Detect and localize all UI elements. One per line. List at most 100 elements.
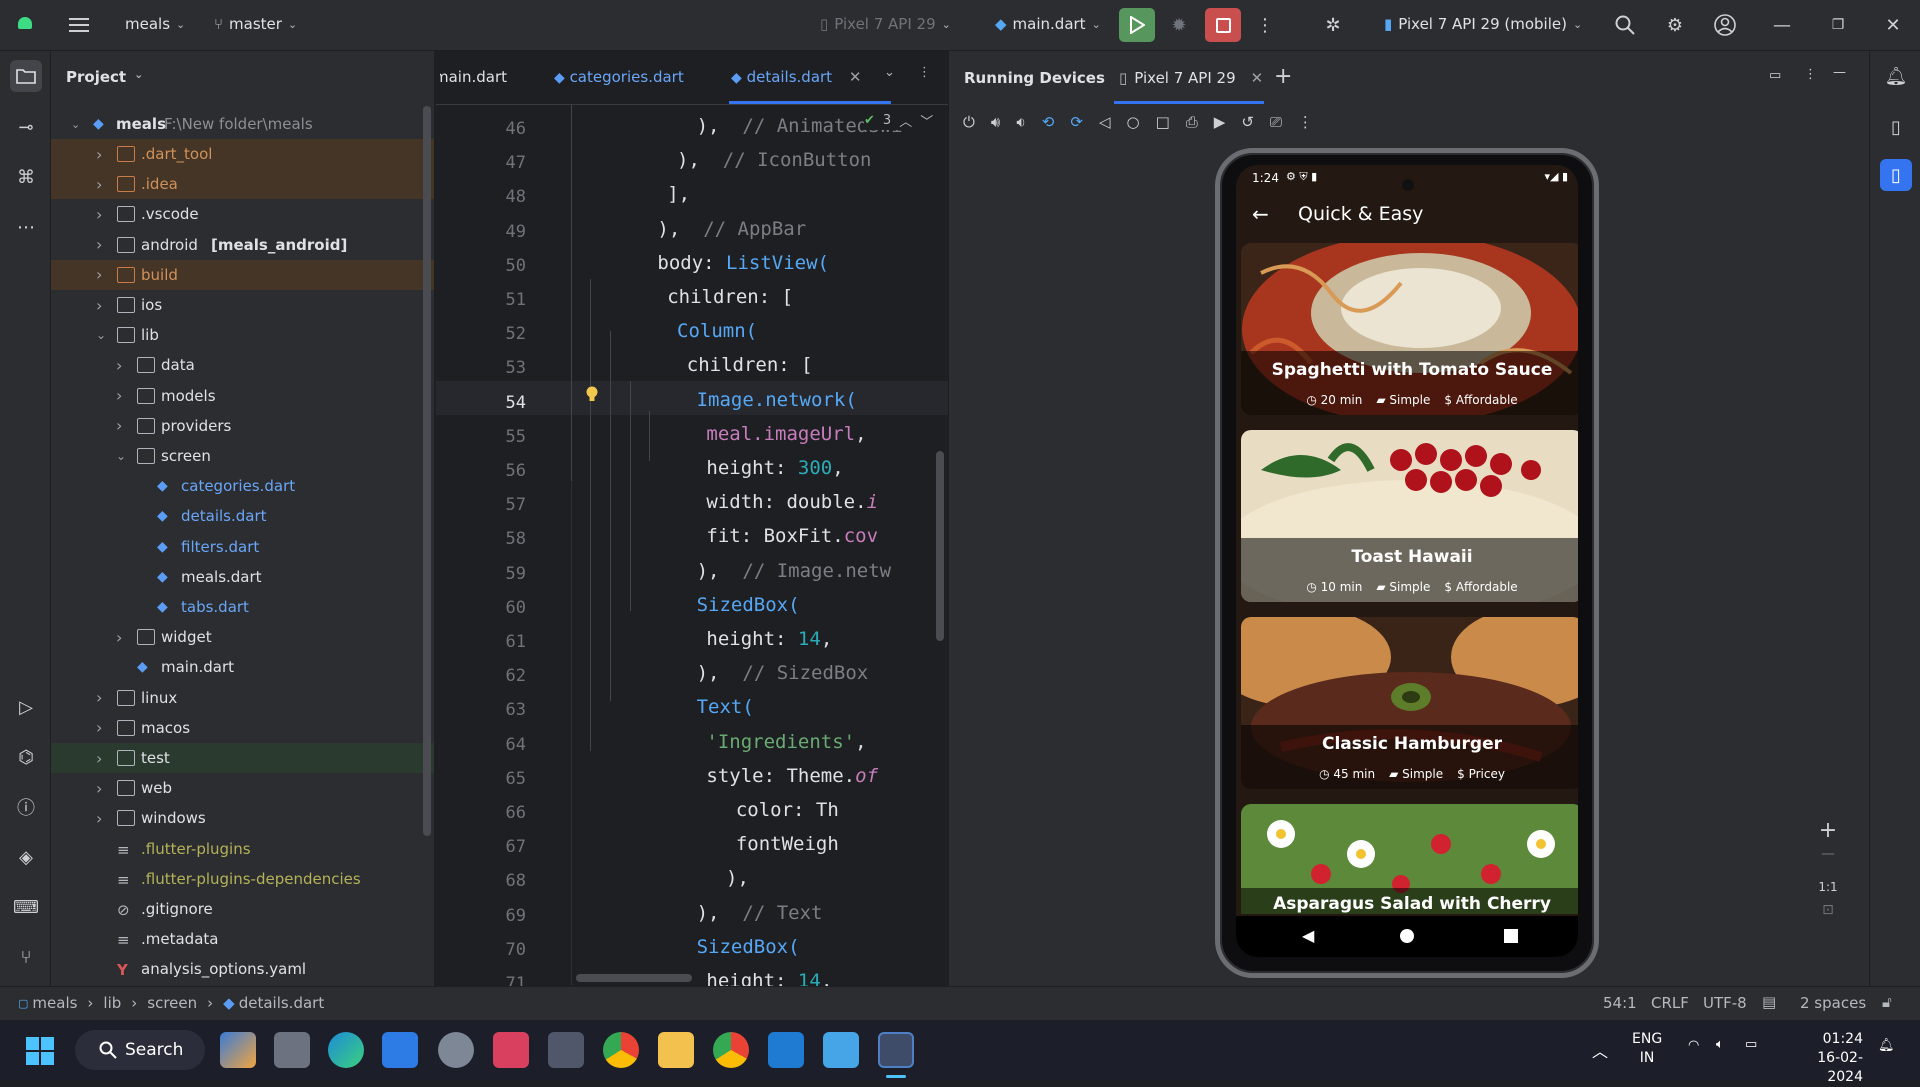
add-device-tab-icon[interactable]: + [1274,64,1292,89]
overview-icon[interactable]: □ [1156,113,1170,131]
readonly-toggle-icon[interactable]: ▤ [1762,993,1776,1011]
file-encoding[interactable]: UTF-8 [1703,994,1747,1012]
zoom-in-icon[interactable]: + [1813,818,1843,846]
chevron-right-icon[interactable]: › [96,779,102,798]
tree-folder[interactable]: › windows [51,803,434,833]
task-view-icon[interactable] [274,1032,310,1068]
lock-icon[interactable]: 🔓︎ [1882,993,1892,1011]
problems-tool-icon[interactable]: ⓘ [10,791,42,823]
chevron-up-icon[interactable]: ︿ [899,111,912,130]
snipping-tool-icon[interactable] [493,1032,529,1068]
more-actions-icon[interactable]: ⋮ [1250,10,1280,40]
tree-file[interactable]: ◆ main.dart [51,652,434,682]
run-config-selector[interactable]: ◆ main.dart ⌄ [995,15,1101,33]
breadcrumb-item[interactable]: details.dart [239,994,325,1012]
git-tool-icon[interactable]: ⑂ [10,941,42,973]
minimize-window-icon[interactable]: — [1767,10,1797,40]
device-manager-icon[interactable]: ✲ [1318,10,1348,40]
tree-folder[interactable]: › models [51,381,434,411]
tree-folder[interactable]: › .vscode [51,199,434,229]
notepad-icon[interactable] [823,1032,859,1068]
clock[interactable]: 01:24 16-02-2024 [1785,1030,1863,1087]
chevron-right-icon[interactable]: › [96,749,102,768]
editor-horizontal-scrollbar[interactable] [576,974,692,982]
tree-folder[interactable]: ⌄ lib [51,320,434,350]
vcs-branch-selector[interactable]: ⑂ master ⌄ [214,15,297,33]
chevron-right-icon[interactable]: › [96,718,102,737]
hide-panel-icon[interactable]: — [1833,65,1846,80]
widgets-icon[interactable] [220,1032,256,1068]
tree-root[interactable]: ⌄ ◆ meals F:\New folder\meals [51,109,434,139]
more-device-actions-icon[interactable]: ⋮ [1298,113,1313,131]
tree-folder[interactable]: › android [meals_android] [51,230,434,260]
chevron-right-icon[interactable]: › [96,235,102,254]
device-tab[interactable]: ▯ Pixel 7 API 29 ✕ [1119,69,1263,87]
zoom-actual-size[interactable]: 1:1 [1813,874,1843,902]
zoom-out-icon[interactable]: — [1813,846,1843,874]
terminal-tool-icon[interactable]: ⌨ [10,891,42,923]
chrome-icon[interactable] [603,1032,639,1068]
debug-icon[interactable]: ✹ [1164,10,1194,40]
mirror-icon[interactable]: ⎚ [1270,113,1282,131]
tree-folder[interactable]: › macos [51,713,434,743]
volume-up-icon[interactable]: 🔊︎ [991,113,1000,131]
close-window-icon[interactable]: ✕ [1878,10,1908,40]
volume-down-icon[interactable]: 🔉︎ [1016,113,1025,131]
tree-file[interactable]: ≡ .metadata [51,924,434,954]
stop-button[interactable] [1205,8,1241,42]
project-selector[interactable]: meals ⌄ [125,15,185,33]
tree-file[interactable]: ◆ filters.dart [51,532,434,562]
project-view-selector[interactable]: Project ⌄ [66,68,143,86]
inspection-widget[interactable]: ✔ 3 ︿ ﹀ [864,111,934,130]
main-menu-icon[interactable] [64,10,94,40]
tree-file[interactable]: ◆ categories.dart [51,471,434,501]
panel-options-icon[interactable]: ⋮ [1804,67,1817,82]
edge-icon[interactable] [328,1032,364,1068]
restore-window-icon[interactable]: ❐ [1823,10,1853,40]
nav-home-icon[interactable] [1400,929,1414,943]
breadcrumb-item[interactable]: screen [147,994,197,1012]
tree-folder[interactable]: ⌄ screen [51,441,434,471]
chevron-right-icon[interactable]: › [96,296,102,315]
close-tab-icon[interactable]: ✕ [1251,69,1264,87]
tree-folder[interactable]: › linux [51,683,434,713]
run-tool-icon[interactable]: ▷ [10,691,42,723]
tree-folder[interactable]: › data [51,350,434,380]
wifi-icon[interactable]: ◠ [1688,1038,1699,1053]
device-selector[interactable]: ▯ Pixel 7 API 29 ⌄ [820,15,951,33]
intention-bulb-icon[interactable] [586,386,598,404]
tree-file[interactable]: ◆ tabs.dart [51,592,434,622]
account-icon[interactable] [1710,10,1740,40]
tree-folder[interactable]: › widget [51,622,434,652]
settings-app-icon[interactable] [438,1032,474,1068]
taskbar-search[interactable]: Search [75,1030,205,1070]
tree-folder[interactable]: › .dart_tool [51,139,434,169]
line-separator[interactable]: CRLF [1651,994,1689,1012]
chevron-right-icon[interactable]: › [96,688,102,707]
vscode-icon[interactable] [768,1032,804,1068]
home-icon[interactable]: ○ [1126,113,1139,131]
meal-card[interactable]: Toast Hawaii ◷ 10 min ▰ Simple $ Afforda… [1241,430,1578,602]
tree-folder[interactable]: › build [51,259,434,290]
nav-recents-icon[interactable] [1504,929,1518,943]
chevron-right-icon[interactable]: › [116,386,122,405]
rotate-right-icon[interactable]: ⟳ [1070,113,1083,131]
tree-folder[interactable]: › web [51,773,434,803]
reset-icon[interactable]: ↺ [1241,113,1254,131]
rotate-left-icon[interactable]: ⟲ [1042,113,1055,131]
screen-record-icon[interactable]: ▶ [1214,113,1226,131]
commit-tool-icon[interactable]: ⊸ [10,111,42,143]
meal-card[interactable]: Spaghetti with Tomato Sauce ◷ 20 min ▰ S… [1241,243,1578,415]
code-area[interactable]: ), // AnimatedSwi), // IconButton],), //… [436,51,936,986]
chevron-right-icon[interactable]: › [96,175,102,194]
tray-overflow-icon[interactable]: ︿ [1592,1038,1608,1062]
chevron-down-icon[interactable]: ﹀ [920,111,933,130]
settings-icon[interactable]: ⚙ [1660,10,1690,40]
chevron-right-icon[interactable]: › [96,265,102,284]
nav-back-icon[interactable]: ◀ [1302,926,1314,945]
screenshot-icon[interactable]: ⎙ [1186,113,1198,131]
file-explorer-icon[interactable] [658,1032,694,1068]
chrome-profile-icon[interactable] [713,1032,749,1068]
tree-file[interactable]: ◆ details.dart [51,501,434,531]
tree-folder[interactable]: › ios [51,290,434,320]
